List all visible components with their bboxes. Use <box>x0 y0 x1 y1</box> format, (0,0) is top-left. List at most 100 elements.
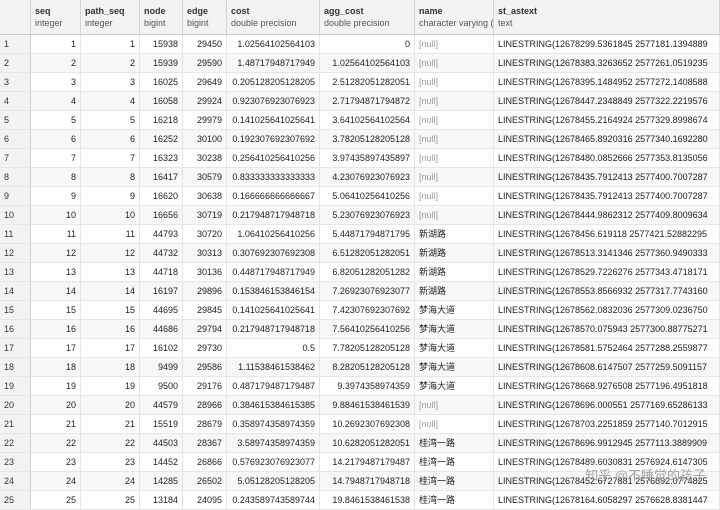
cell-agg-cost[interactable]: 14.2179487179487 <box>320 453 415 471</box>
column-header-st-astext[interactable]: st_astext text <box>494 0 720 34</box>
cell-st-astext[interactable]: LINESTRING(12678395.1484952 2577272.1408… <box>494 73 720 91</box>
cell-seq[interactable]: 3 <box>31 73 81 91</box>
cell-cost[interactable]: 0.384615384615385 <box>227 396 320 414</box>
cell-agg-cost[interactable]: 5.23076923076923 <box>320 206 415 224</box>
cell-node[interactable]: 44579 <box>140 396 183 414</box>
cell-edge[interactable]: 30100 <box>183 130 227 148</box>
table-row[interactable]: 5 5 5 16218 29979 0.141025641025641 3.64102564… <box>0 111 720 130</box>
cell-seq[interactable]: 19 <box>31 377 81 395</box>
cell-seq[interactable]: 25 <box>31 491 81 509</box>
cell-agg-cost[interactable]: 3.78205128205128 <box>320 130 415 148</box>
cell-agg-cost[interactable]: 2.71794871794872 <box>320 92 415 110</box>
table-row[interactable]: 14 14 14 16197 29896 0.153846153846154 7.26923… <box>0 282 720 301</box>
cell-st-astext[interactable]: LINESTRING(12678581.5752464 2577288.2559… <box>494 339 720 357</box>
cell-st-astext[interactable]: LINESTRING(12678480.0852666 2577353.8135… <box>494 149 720 167</box>
cell-cost[interactable]: 0.141025641025641 <box>227 301 320 319</box>
cell-st-astext[interactable]: LINESTRING(12678513.3141346 2577360.9490… <box>494 244 720 262</box>
cell-st-astext[interactable]: LINESTRING(12678570.075943 2577300.88775… <box>494 320 720 338</box>
row-number[interactable]: 9 <box>0 187 31 205</box>
cell-agg-cost[interactable]: 9.3974358974359 <box>320 377 415 395</box>
cell-cost[interactable]: 0.307692307692308 <box>227 244 320 262</box>
cell-edge[interactable]: 28367 <box>183 434 227 452</box>
column-header-seq[interactable]: seq integer <box>31 0 81 34</box>
cell-name[interactable]: 桂湾一路 <box>415 434 494 452</box>
column-header-name[interactable]: name character varying ( <box>415 0 494 34</box>
cell-edge[interactable]: 30579 <box>183 168 227 186</box>
cell-agg-cost[interactable]: 19.8461538461538 <box>320 491 415 509</box>
cell-name[interactable]: [null] <box>415 54 494 72</box>
cell-path-seq[interactable]: 5 <box>81 111 140 129</box>
cell-agg-cost[interactable]: 7.42307692307692 <box>320 301 415 319</box>
table-row[interactable]: 9 9 9 16620 30638 0.166666666666667 5.06410256… <box>0 187 720 206</box>
cell-cost[interactable]: 0.217948717948718 <box>227 206 320 224</box>
row-number[interactable]: 23 <box>0 453 31 471</box>
cell-name[interactable]: [null] <box>415 396 494 414</box>
cell-seq[interactable]: 20 <box>31 396 81 414</box>
cell-seq[interactable]: 4 <box>31 92 81 110</box>
cell-node[interactable]: 16417 <box>140 168 183 186</box>
cell-node[interactable]: 16058 <box>140 92 183 110</box>
cell-st-astext[interactable]: LINESTRING(12678703.2251859 2577140.7012… <box>494 415 720 433</box>
cell-seq[interactable]: 24 <box>31 472 81 490</box>
cell-name[interactable]: 桂湾一路 <box>415 453 494 471</box>
cell-node[interactable]: 44695 <box>140 301 183 319</box>
row-number[interactable]: 15 <box>0 301 31 319</box>
cell-st-astext[interactable]: LINESTRING(12678444.9862312 2577409.8009… <box>494 206 720 224</box>
table-row[interactable]: 11 11 11 44793 30720 1.06410256410256 5.448717… <box>0 225 720 244</box>
table-row[interactable]: 24 24 24 14285 26502 5.05128205128205 14.79487… <box>0 472 720 491</box>
cell-path-seq[interactable]: 14 <box>81 282 140 300</box>
cell-seq[interactable]: 22 <box>31 434 81 452</box>
cell-st-astext[interactable]: LINESTRING(12678489.6030831 2576924.6147… <box>494 453 720 471</box>
cell-path-seq[interactable]: 9 <box>81 187 140 205</box>
cell-name[interactable]: [null] <box>415 168 494 186</box>
cell-cost[interactable]: 0.5 <box>227 339 320 357</box>
cell-seq[interactable]: 9 <box>31 187 81 205</box>
cell-name[interactable]: [null] <box>415 187 494 205</box>
cell-seq[interactable]: 5 <box>31 111 81 129</box>
table-row[interactable]: 25 25 25 13184 24095 0.243589743589744 19.8461… <box>0 491 720 510</box>
cell-edge[interactable]: 24095 <box>183 491 227 509</box>
cell-agg-cost[interactable]: 5.44871794871795 <box>320 225 415 243</box>
cell-path-seq[interactable]: 22 <box>81 434 140 452</box>
row-number[interactable]: 25 <box>0 491 31 509</box>
cell-name[interactable]: 梦海大道 <box>415 358 494 376</box>
cell-seq[interactable]: 13 <box>31 263 81 281</box>
cell-path-seq[interactable]: 25 <box>81 491 140 509</box>
cell-seq[interactable]: 8 <box>31 168 81 186</box>
cell-cost[interactable]: 0.192307692307692 <box>227 130 320 148</box>
cell-edge[interactable]: 29979 <box>183 111 227 129</box>
cell-node[interactable]: 16620 <box>140 187 183 205</box>
cell-path-seq[interactable]: 15 <box>81 301 140 319</box>
cell-node[interactable]: 44732 <box>140 244 183 262</box>
cell-edge[interactable]: 30238 <box>183 149 227 167</box>
cell-node[interactable]: 44503 <box>140 434 183 452</box>
cell-path-seq[interactable]: 10 <box>81 206 140 224</box>
cell-path-seq[interactable]: 11 <box>81 225 140 243</box>
row-number[interactable]: 22 <box>0 434 31 452</box>
cell-edge[interactable]: 29649 <box>183 73 227 91</box>
cell-cost[interactable]: 1.11538461538462 <box>227 358 320 376</box>
row-number[interactable]: 2 <box>0 54 31 72</box>
row-number[interactable]: 14 <box>0 282 31 300</box>
cell-edge[interactable]: 29845 <box>183 301 227 319</box>
cell-node[interactable]: 13184 <box>140 491 183 509</box>
cell-node[interactable]: 15939 <box>140 54 183 72</box>
cell-seq[interactable]: 1 <box>31 35 81 53</box>
cell-name[interactable]: 梦海大道 <box>415 301 494 319</box>
cell-name[interactable]: 新湖路 <box>415 244 494 262</box>
cell-agg-cost[interactable]: 4.23076923076923 <box>320 168 415 186</box>
cell-node[interactable]: 9500 <box>140 377 183 395</box>
row-number[interactable]: 5 <box>0 111 31 129</box>
cell-node[interactable]: 16102 <box>140 339 183 357</box>
cell-edge[interactable]: 29794 <box>183 320 227 338</box>
cell-path-seq[interactable]: 2 <box>81 54 140 72</box>
cell-cost[interactable]: 0.217948717948718 <box>227 320 320 338</box>
table-row[interactable]: 13 13 13 44718 30136 0.448717948717949 6.82051… <box>0 263 720 282</box>
table-row[interactable]: 21 21 21 15519 28679 0.358974358974359 10.2692… <box>0 415 720 434</box>
cell-seq[interactable]: 7 <box>31 149 81 167</box>
cell-edge[interactable]: 29176 <box>183 377 227 395</box>
cell-name[interactable]: [null] <box>415 35 494 53</box>
cell-st-astext[interactable]: LINESTRING(12678668.9276508 2577196.4951… <box>494 377 720 395</box>
row-number[interactable]: 21 <box>0 415 31 433</box>
table-row[interactable]: 18 18 18 9499 29586 1.11538461538462 8.2820512… <box>0 358 720 377</box>
